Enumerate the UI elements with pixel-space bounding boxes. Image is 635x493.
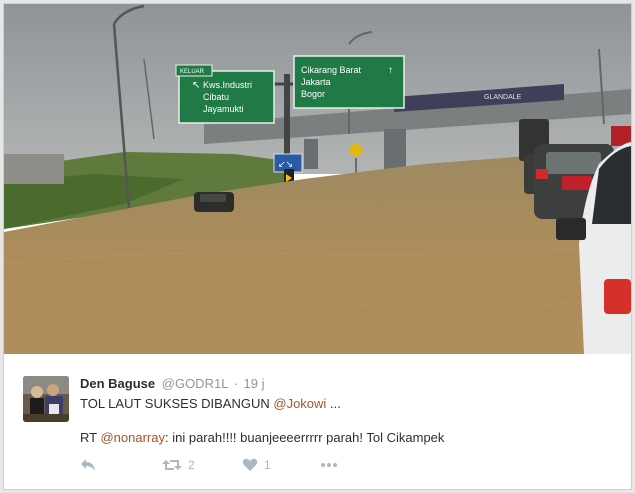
author-handle[interactable]: @GODR1L — [162, 376, 228, 391]
avatar[interactable] — [23, 376, 69, 422]
sign-left-line2: Cibatu — [203, 92, 229, 102]
reply-icon — [81, 459, 95, 471]
retweet-button[interactable]: 2 — [162, 458, 195, 472]
reply-button[interactable] — [80, 458, 96, 472]
like-count: 1 — [264, 458, 271, 472]
rt-prefix: RT — [80, 430, 101, 445]
mention-link-nonarray[interactable]: @nonarray — [100, 430, 165, 445]
header-separator: · — [233, 376, 238, 391]
heart-icon — [242, 458, 258, 471]
tweet-photo[interactable]: GLANDALE ↖ Kws.Industri Cibatu Jayamukti… — [4, 4, 631, 354]
tweet-timestamp[interactable]: 19 j — [244, 376, 265, 391]
tweet-card: Den Baguse @GODR1L · 19 j TOL LAUT SUKSE… — [4, 354, 631, 489]
more-dots-icon — [321, 463, 337, 467]
svg-text:↖: ↖ — [192, 80, 200, 91]
tweet-screenshot-frame: GLANDALE ↖ Kws.Industri Cibatu Jayamukti… — [4, 4, 631, 489]
sign-right-line2: Jakarta — [301, 77, 331, 87]
more-button[interactable] — [320, 460, 338, 470]
sign-small-top: KELUAR — [180, 69, 205, 75]
rt-text: : ini parah!!!! buanjeeeerrrrr parah! To… — [165, 430, 445, 445]
tweet-header: Den Baguse @GODR1L · 19 j — [80, 376, 265, 391]
tweet-text-prefix: TOL LAUT SUKSES DIBANGUN — [80, 396, 274, 411]
tweet-text-suffix: ... — [326, 396, 341, 411]
author-name[interactable]: Den Baguse — [80, 376, 155, 391]
like-button[interactable]: 1 — [242, 458, 271, 472]
sign-left-line1: Kws.Industri — [203, 80, 252, 90]
sign-right-line3: Bogor — [301, 89, 325, 99]
sign-left-line3: Jayamukti — [203, 104, 244, 114]
retweet-count: 2 — [188, 458, 195, 472]
flood-photo-illustration: GLANDALE ↖ Kws.Industri Cibatu Jayamukti… — [4, 4, 631, 354]
mention-link-jokowi[interactable]: @Jokowi — [273, 396, 326, 411]
svg-text:↙↘: ↙↘ — [278, 159, 293, 169]
avatar-image — [23, 376, 69, 422]
tweet-actions: 2 1 — [80, 458, 380, 476]
tweet-text: TOL LAUT SUKSES DIBANGUN @Jokowi ... — [80, 396, 341, 411]
retweet-icon — [162, 460, 182, 470]
overpass-banner-text: GLANDALE — [484, 94, 522, 101]
svg-text:↑: ↑ — [388, 65, 393, 76]
retweet-quote-text: RT @nonarray: ini parah!!!! buanjeeeerrr… — [80, 430, 444, 445]
sign-right-line1: Cikarang Barat — [301, 65, 362, 75]
